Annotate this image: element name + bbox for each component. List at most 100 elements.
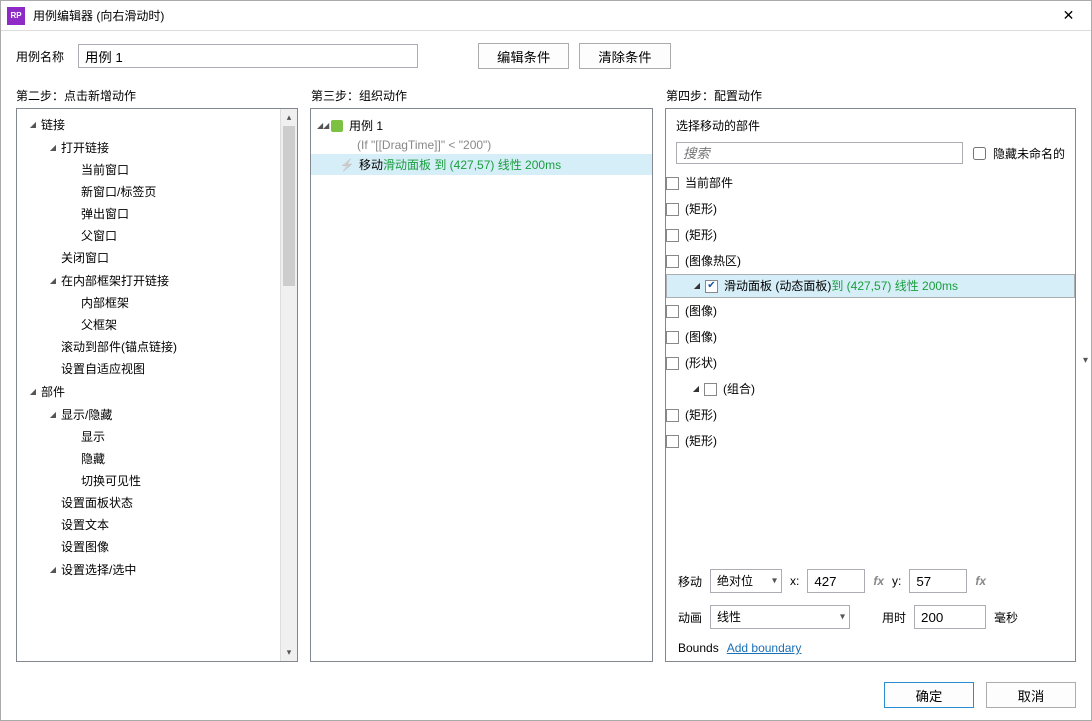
actions-scrollbar[interactable]: ▴ ▾ <box>280 109 297 661</box>
tree-node-inner-frame[interactable]: 内部框架 <box>17 292 280 314</box>
bounds-line: Bounds Add boundary <box>678 641 1063 655</box>
anim-label: 动画 <box>678 609 702 626</box>
window: RP 用例编辑器 (向右滑动时) ✕ 用例名称 编辑条件 清除条件 第二步：点击… <box>0 0 1092 721</box>
list-item-image1[interactable]: (图像) <box>666 298 1075 324</box>
hide-unnamed-text: 隐藏未命名的 <box>993 145 1065 162</box>
tree-node-set-text[interactable]: 设置文本 <box>17 514 280 536</box>
list-item-rect3[interactable]: (矩形) <box>666 402 1075 428</box>
tree-node-show-hide[interactable]: 显示/隐藏 <box>17 403 280 426</box>
list-item-group[interactable]: (组合) <box>666 376 1075 402</box>
checkbox[interactable] <box>666 409 679 422</box>
move-type-select[interactable]: 绝对位 <box>710 569 782 593</box>
case-name-label: 用例名称 <box>16 48 64 65</box>
window-title: 用例编辑器 (向右滑动时) <box>33 7 1046 24</box>
checkbox[interactable] <box>704 383 717 396</box>
tree-node-show[interactable]: 显示 <box>17 426 280 448</box>
anim-line: 动画 线性 用时 毫秒 <box>678 605 1063 629</box>
widget-search-input[interactable] <box>676 142 963 164</box>
tree-node-set-selected[interactable]: 设置选择/选中 <box>17 558 280 581</box>
tree-node-open-link[interactable]: 打开链接 <box>17 136 280 159</box>
step4-label: 第四步：配置动作 <box>666 87 1076 104</box>
move-action-row[interactable]: 移动 滑动面板 到 (427,57) 线性 200ms <box>311 154 652 175</box>
list-item-shape[interactable]: (形状) <box>666 350 1075 376</box>
checkbox[interactable] <box>666 229 679 242</box>
list-item-current[interactable]: 当前部件 <box>666 170 1075 196</box>
tree-node-current-window[interactable]: 当前窗口 <box>17 159 280 181</box>
chevron-down-icon[interactable]: ◢ <box>317 121 329 130</box>
checkbox[interactable] <box>666 255 679 268</box>
list-item-slide-panel[interactable]: ✔ 滑动面板 (动态面板) 到 (427,57) 线性 200ms <box>666 274 1075 298</box>
fx-icon[interactable]: fx <box>975 574 986 588</box>
list-item-image2[interactable]: (图像) <box>666 324 1075 350</box>
anim-select[interactable]: 线性 <box>710 605 850 629</box>
bounds-label: Bounds <box>678 641 719 655</box>
duration-label: 用时 <box>882 609 906 626</box>
tree-node-parent-frame[interactable]: 父框架 <box>17 314 280 336</box>
checkbox[interactable] <box>666 357 679 370</box>
y-label: y: <box>892 574 901 588</box>
scroll-thumb[interactable] <box>283 126 295 286</box>
x-label: x: <box>790 574 799 588</box>
ms-label: 毫秒 <box>994 609 1018 626</box>
checkbox[interactable] <box>666 203 679 216</box>
tree-node-links[interactable]: 链接 <box>17 113 280 136</box>
y-input[interactable] <box>909 569 967 593</box>
tree-node-toggle-vis[interactable]: 切换可见性 <box>17 470 280 492</box>
chevron-down-icon[interactable] <box>690 378 702 400</box>
duration-input[interactable] <box>914 605 986 629</box>
widget-list[interactable]: 当前部件 (矩形) (矩形) (图像热区) ✔ 滑动面板 (动态面板) 到 (4… <box>666 168 1075 559</box>
close-button[interactable]: ✕ <box>1046 1 1091 30</box>
cancel-button[interactable]: 取消 <box>986 682 1076 708</box>
checkbox[interactable] <box>666 435 679 448</box>
titlebar: RP 用例编辑器 (向右滑动时) ✕ <box>1 1 1091 31</box>
hide-unnamed-label[interactable]: 隐藏未命名的 <box>969 144 1065 163</box>
slide-panel-name: 滑动面板 (动态面板) <box>724 275 831 297</box>
list-item-rect1[interactable]: (矩形) <box>666 196 1075 222</box>
step-labels: 第二步：点击新增动作 第三步：组织动作 第四步：配置动作 <box>1 77 1091 108</box>
list-item-rect2[interactable]: (矩形) <box>666 222 1075 248</box>
footer: 确定 取消 <box>1 672 1091 720</box>
case-icon <box>329 118 345 134</box>
tree-node-parent-window[interactable]: 父窗口 <box>17 225 280 247</box>
tree-node-popup[interactable]: 弹出窗口 <box>17 203 280 225</box>
tree-node-hide[interactable]: 隐藏 <box>17 448 280 470</box>
chevron-down-icon[interactable] <box>691 275 703 297</box>
condition-row[interactable]: (If "[[DragTime]]" < "200") <box>311 136 652 154</box>
step3-label: 第三步：组织动作 <box>311 87 666 104</box>
actions-tree[interactable]: 链接 打开链接 当前窗口 新窗口/标签页 弹出窗口 父窗口 关闭窗口 在内部框架… <box>17 109 297 661</box>
case-name-text: 用例 1 <box>349 117 383 134</box>
bolt-icon <box>339 157 355 173</box>
checkbox-checked[interactable]: ✔ <box>705 280 718 293</box>
ok-button[interactable]: 确定 <box>884 682 974 708</box>
tree-node-scroll-to[interactable]: 滚动到部件(锚点链接) <box>17 336 280 358</box>
tree-node-new-window[interactable]: 新窗口/标签页 <box>17 181 280 203</box>
edit-condition-button[interactable]: 编辑条件 <box>478 43 569 69</box>
scroll-down-icon[interactable]: ▾ <box>281 644 297 661</box>
list-item-rect4[interactable]: (矩形) <box>666 428 1075 454</box>
case-name-row: 用例名称 编辑条件 清除条件 <box>1 31 1091 77</box>
config-controls: 隐藏未命名的 <box>666 138 1075 168</box>
x-input[interactable] <box>807 569 865 593</box>
scroll-up-icon[interactable]: ▴ <box>281 109 297 126</box>
tree-node-open-in-frame[interactable]: 在内部框架打开链接 <box>17 269 280 292</box>
tree-node-panel-state[interactable]: 设置面板状态 <box>17 492 280 514</box>
checkbox[interactable] <box>666 305 679 318</box>
case-name-input[interactable] <box>78 44 418 68</box>
tree-node-close-window[interactable]: 关闭窗口 <box>17 247 280 269</box>
action-detail: 滑动面板 到 (427,57) 线性 200ms <box>383 156 561 173</box>
config-bottom: 移动 绝对位 x: fx y: fx 动画 线性 用时 毫秒 <box>666 559 1075 661</box>
list-item-hotspot[interactable]: (图像热区) <box>666 248 1075 274</box>
tree-node-widgets[interactable]: 部件 <box>17 380 280 403</box>
hide-unnamed-checkbox[interactable] <box>973 147 986 160</box>
app-icon: RP <box>7 7 25 25</box>
fx-icon[interactable]: fx <box>873 574 884 588</box>
add-boundary-link[interactable]: Add boundary <box>727 641 802 655</box>
tree-node-adaptive[interactable]: 设置自适应视图 <box>17 358 280 380</box>
case-row[interactable]: ◢ 用例 1 <box>311 115 652 136</box>
checkbox[interactable] <box>666 177 679 190</box>
case-tree[interactable]: ◢ 用例 1 (If "[[DragTime]]" < "200") 移动 滑动… <box>311 109 652 181</box>
clear-condition-button[interactable]: 清除条件 <box>579 43 670 69</box>
checkbox[interactable] <box>666 331 679 344</box>
tree-node-set-image[interactable]: 设置图像 <box>17 536 280 558</box>
panels: 链接 打开链接 当前窗口 新窗口/标签页 弹出窗口 父窗口 关闭窗口 在内部框架… <box>1 108 1091 672</box>
